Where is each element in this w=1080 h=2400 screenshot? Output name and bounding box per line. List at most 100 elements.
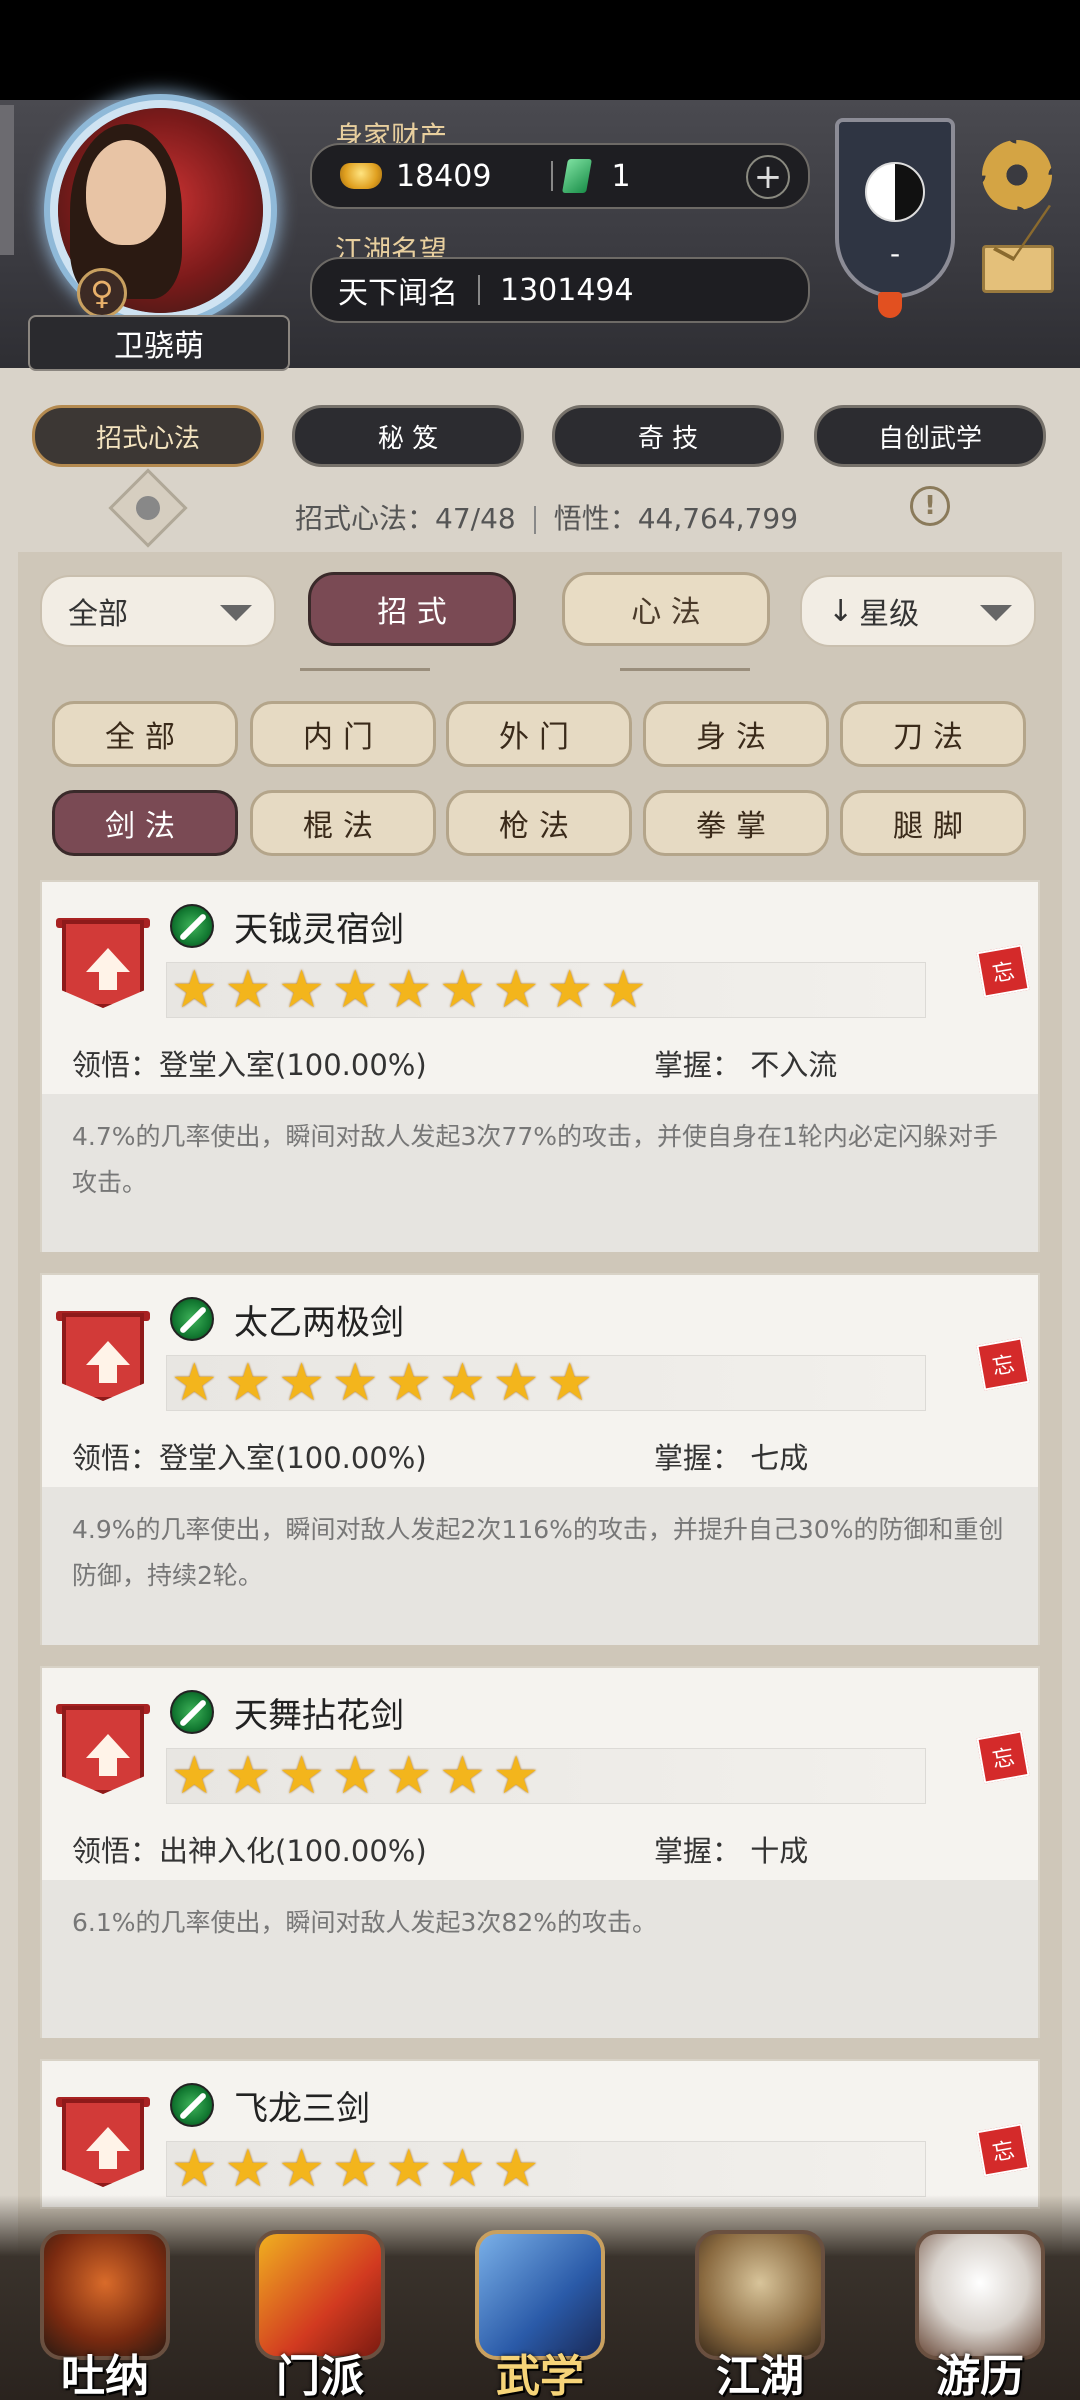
skill-description: 4.7%的几率使出，瞬间对敌人发起3次77%的攻击，并使自身在1轮内必定闪躲对手… (72, 1122, 998, 1197)
mastery-text: 掌握： 不入流 (654, 1048, 838, 1082)
star-icon: ★ (331, 1353, 379, 1413)
star-icon: ★ (439, 1353, 486, 1413)
fame-bar: 天下闻名 1301494 (310, 257, 810, 323)
skill-name: 太乙两极剑 (234, 1303, 404, 1343)
divider (478, 275, 480, 305)
nav-label: 游历 (936, 2351, 1024, 2400)
filter-chip-staff[interactable]: 棍法 (250, 790, 436, 856)
filter-chip-saber[interactable]: 刀法 (840, 701, 1026, 767)
sword-type-icon (170, 1690, 214, 1734)
status-bar (0, 0, 1080, 100)
star-icon: ★ (385, 1746, 433, 1806)
sect-value: - (889, 237, 901, 270)
avatar[interactable]: ♀ (20, 108, 295, 333)
star-icon: ★ (224, 2139, 272, 2199)
star-icon: ★ (492, 1353, 540, 1413)
toggle-moves[interactable]: 招 式 (308, 572, 516, 646)
skill-description: 4.9%的几率使出，瞬间对敌人发起2次116%的攻击，并提升自己30%的防御和重… (72, 1515, 1004, 1590)
star-icon: ★ (171, 1353, 218, 1413)
star-icon: ★ (171, 1746, 218, 1806)
tab-custom-martial[interactable]: 自创武学 (814, 405, 1046, 467)
skill-card[interactable]: 太乙两极剑 ★ ★ ★ ★ ★ ★ ★ ★ 忘 领悟：登堂入室(100.00%) 掌握： 七成… (40, 1273, 1040, 1645)
star-icon: ★ (171, 2139, 218, 2199)
star-icon: ★ (439, 1746, 486, 1806)
star-icon: ★ (385, 960, 433, 1020)
filter-chip-fist[interactable]: 拳掌 (643, 790, 829, 856)
star-rating: ★ ★ ★ ★ ★ ★ ★ (166, 1748, 926, 1804)
filter-chip-leg[interactable]: 腿脚 (840, 790, 1026, 856)
nav-travel[interactable]: 游历 (895, 2220, 1065, 2400)
sort-value: 星级 (859, 597, 920, 632)
toggle-methods[interactable]: 心 法 (562, 572, 770, 646)
chevron-down-icon (220, 605, 252, 621)
upgrade-banner-icon[interactable] (62, 2099, 144, 2187)
filter-chip-spear[interactable]: 枪法 (446, 790, 632, 856)
info-warning-icon[interactable]: ! (910, 486, 950, 526)
info-line: 招式心法：47/48 悟性：44,764,799 (295, 497, 798, 537)
upgrade-banner-icon[interactable] (62, 1706, 144, 1794)
sort-arrow-icon: ↓ (828, 593, 854, 629)
skill-card[interactable]: 飞龙三剑 ★ ★ ★ ★ ★ ★ ★ 忘 (40, 2059, 1040, 2209)
tab-secret-books[interactable]: 秘 笈 (292, 405, 524, 467)
sword-type-icon (170, 904, 214, 948)
nav-label: 门派 (276, 2351, 364, 2400)
skill-card[interactable]: 天钺灵宿剑 ★ ★ ★ ★ ★ ★ ★ ★ ★ 忘 领悟：登堂入室(100.00%) 掌握： 不… (40, 880, 1040, 1252)
nav-label: 江湖 (716, 2351, 804, 2400)
mail-icon[interactable] (982, 245, 1054, 293)
header-edge (0, 105, 14, 255)
comprehension-text: 领悟：登堂入室(100.00%) (72, 1441, 427, 1475)
nav-sect[interactable]: 门派 (235, 2220, 405, 2400)
ornament-divider (300, 668, 430, 671)
star-icon: ★ (546, 1353, 593, 1413)
nav-martial-arts[interactable]: 武学 (455, 2220, 625, 2400)
nav-breathing[interactable]: 吐纳 (20, 2220, 190, 2400)
tab-special-skills[interactable]: 奇 技 (552, 405, 784, 467)
forget-icon[interactable]: 忘 (976, 1730, 1030, 1784)
skill-card[interactable]: 天舞拈花剑 ★ ★ ★ ★ ★ ★ ★ 忘 领悟：出神入化(100.00%) 掌握： 十成 … (40, 1666, 1040, 2038)
star-icon: ★ (331, 1746, 379, 1806)
eye-icon[interactable] (108, 468, 188, 548)
filter-chip-inner[interactable]: 内门 (250, 701, 436, 767)
tab-moves-methods[interactable]: 招式心法 (32, 405, 264, 467)
tassel-icon (878, 292, 902, 318)
chevron-down-icon (980, 605, 1012, 621)
gear-icon[interactable] (982, 140, 1052, 210)
forget-icon[interactable]: 忘 (976, 2123, 1030, 2177)
add-currency-button[interactable]: + (746, 155, 790, 199)
star-icon: ★ (278, 1353, 325, 1413)
star-icon: ★ (546, 960, 593, 1020)
scope-dropdown[interactable]: 全部 (40, 575, 276, 647)
nav-jianghu[interactable]: 江湖 (675, 2220, 845, 2400)
nav-label: 吐纳 (61, 2351, 149, 2400)
gold-ingot-icon (340, 163, 382, 189)
star-icon: ★ (600, 960, 647, 1020)
star-icon: ★ (224, 1746, 272, 1806)
forget-icon[interactable]: 忘 (976, 944, 1030, 998)
jade-amount: 1 (611, 158, 631, 194)
skill-name: 飞龙三剑 (234, 2089, 370, 2129)
filter-chip-outer[interactable]: 外门 (446, 701, 632, 767)
star-icon: ★ (331, 2139, 379, 2199)
upgrade-banner-icon[interactable] (62, 1313, 144, 1401)
filter-chip-sword[interactable]: 剑法 (52, 790, 238, 856)
sword-type-icon (170, 2083, 214, 2127)
sort-dropdown[interactable]: ↓ 星级 (800, 575, 1036, 647)
filter-chip-movement[interactable]: 身法 (643, 701, 829, 767)
star-icon: ★ (278, 2139, 325, 2199)
star-icon: ★ (492, 2139, 540, 2199)
forget-icon[interactable]: 忘 (976, 1337, 1030, 1391)
star-rating: ★ ★ ★ ★ ★ ★ ★ ★ (166, 1355, 926, 1411)
upgrade-banner-icon[interactable] (62, 920, 144, 1008)
jade-icon (562, 159, 593, 193)
skill-name: 天钺灵宿剑 (234, 910, 404, 950)
avatar-face (86, 140, 166, 245)
skill-name: 天舞拈花剑 (234, 1696, 404, 1736)
divider (551, 161, 554, 191)
star-icon: ★ (278, 960, 325, 1020)
sword-type-icon (170, 1297, 214, 1341)
filter-chip-all[interactable]: 全部 (52, 701, 238, 767)
scope-value: 全部 (68, 597, 128, 632)
sect-banner[interactable]: - (835, 118, 955, 298)
star-rating: ★ ★ ★ ★ ★ ★ ★ (166, 2141, 926, 2197)
fame-title: 天下闻名 (338, 276, 458, 311)
